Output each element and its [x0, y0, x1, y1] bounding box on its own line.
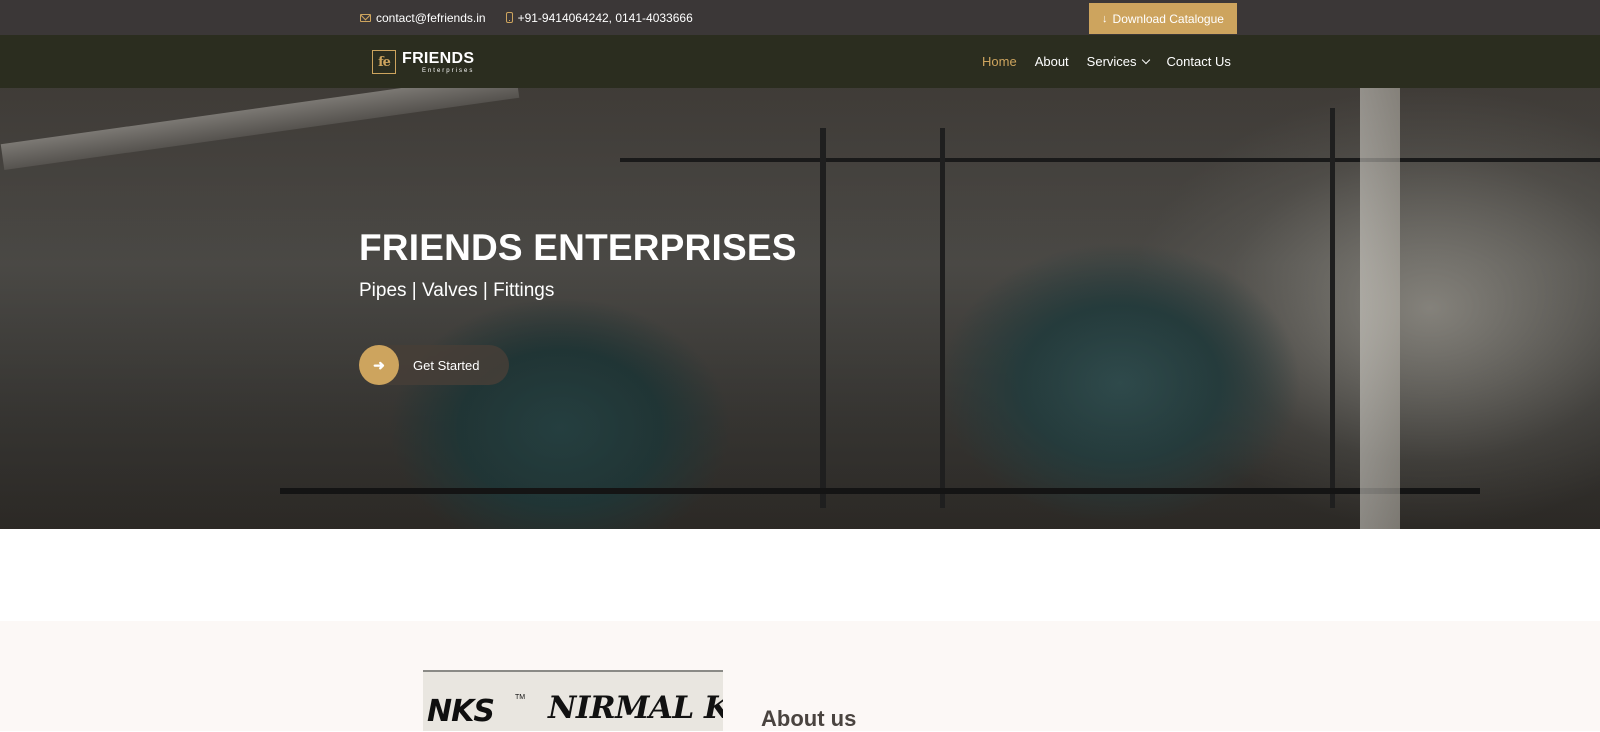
nav-item-home[interactable]: Home — [982, 54, 1017, 69]
nav-item-about[interactable]: About — [1035, 54, 1069, 69]
phone-icon — [505, 12, 513, 23]
pipe-decoration — [620, 158, 1600, 162]
about-image: NKS TM NIRMAL KUM — [423, 670, 723, 731]
railing-decoration — [280, 488, 1480, 494]
nav-item-services[interactable]: Services — [1086, 54, 1150, 69]
pipe-decoration — [940, 128, 945, 508]
main-navbar: fe FRIENDS Enterprises Home About Servic… — [0, 35, 1600, 88]
download-label: Download Catalogue — [1112, 11, 1224, 26]
phone-text[interactable]: +91-9414064242, 0141-4033666 — [518, 11, 693, 25]
nav-menu: Home About Services Contact Us — [982, 35, 1231, 88]
about-image-signboard: NIRMAL KUM — [548, 690, 723, 726]
pipe-decoration — [820, 128, 826, 508]
logo-title: FRIENDS — [402, 49, 475, 67]
about-section: NKS TM NIRMAL KUM About us — [0, 621, 1600, 731]
pipe-decoration — [1360, 88, 1400, 529]
contact-info: contact@fefriends.in +91-9414064242, 014… — [360, 0, 693, 35]
logo-subtitle: Enterprises — [421, 67, 475, 74]
pipe-decoration — [1330, 108, 1335, 508]
hero-banner: FRIENDS ENTERPRISES Pipes | Valves | Fit… — [0, 88, 1600, 529]
logo-mark: fe — [372, 50, 396, 74]
nav-item-contact-us[interactable]: Contact Us — [1167, 54, 1231, 69]
chevron-down-icon — [1141, 55, 1150, 64]
hero-title: FRIENDS ENTERPRISES — [359, 227, 797, 268]
about-heading: About us — [761, 706, 857, 731]
pipe-decoration — [0, 88, 520, 171]
email-contact[interactable]: contact@fefriends.in — [360, 11, 486, 25]
top-bar: contact@fefriends.in +91-9414064242, 014… — [0, 0, 1600, 35]
about-image-brand: NKS — [427, 694, 495, 729]
get-started-button[interactable]: ➜ Get Started — [359, 345, 509, 385]
download-catalogue-button[interactable]: ↓ Download Catalogue — [1089, 3, 1237, 34]
logo-wordmark: FRIENDS Enterprises — [402, 49, 475, 74]
site-logo[interactable]: fe FRIENDS Enterprises — [372, 46, 474, 78]
phone-contact[interactable]: +91-9414064242, 0141-4033666 — [505, 11, 693, 25]
nav-item-label: Services — [1086, 54, 1137, 69]
hero-content: FRIENDS ENTERPRISES Pipes | Valves | Fit… — [359, 229, 797, 302]
hero-subtitle: Pipes | Valves | Fittings — [359, 280, 555, 301]
nav-item-label: Contact Us — [1166, 54, 1231, 69]
envelope-icon — [360, 13, 371, 22]
arrow-down-icon: ↓ — [1102, 12, 1108, 25]
arrow-right-icon: ➜ — [359, 345, 399, 385]
email-text[interactable]: contact@fefriends.in — [376, 11, 486, 25]
nav-item-label: Home — [982, 54, 1017, 69]
nav-item-label: About — [1034, 54, 1069, 69]
get-started-label: Get Started — [413, 357, 480, 373]
about-image-tm: TM — [515, 694, 526, 701]
